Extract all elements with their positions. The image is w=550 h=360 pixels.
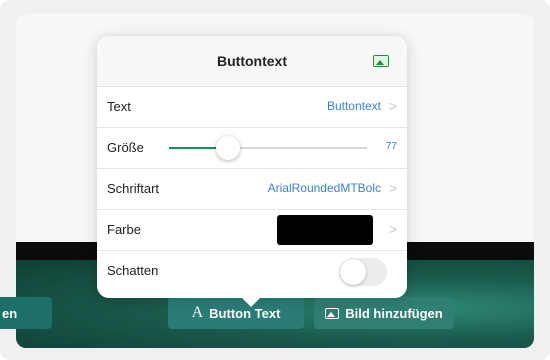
slider-knob[interactable]	[216, 136, 240, 160]
chevron-right-icon: >	[388, 98, 397, 114]
add-image-label: Bild hinzufügen	[345, 305, 443, 321]
shadow-label: Schatten	[107, 263, 159, 278]
toolbar-partial-label: en	[2, 305, 18, 321]
popover-arrow	[240, 296, 262, 307]
button-text-label: Button Text	[209, 305, 281, 321]
image-icon	[325, 307, 340, 319]
button-text-button[interactable]: A Button Text	[168, 297, 304, 329]
image-icon[interactable]	[373, 55, 389, 67]
size-label: Größe	[107, 140, 144, 155]
size-row: Größe 77	[97, 128, 407, 169]
color-label: Farbe	[107, 222, 141, 237]
button-text-popover: Buttontext Text Buttontext > Größe 77 Sc…	[97, 36, 407, 298]
color-row[interactable]: Farbe >	[97, 210, 407, 251]
text-label: Text	[107, 99, 131, 114]
chevron-right-icon: >	[388, 180, 397, 196]
font-value: ArialRoundedMTBolc	[267, 181, 381, 195]
shadow-row: Schatten	[97, 251, 407, 291]
text-row[interactable]: Text Buttontext >	[97, 87, 407, 128]
font-label: Schriftart	[107, 181, 160, 196]
font-a-icon: A	[191, 304, 204, 321]
add-image-button[interactable]: Bild hinzufügen	[314, 297, 454, 329]
size-slider[interactable]	[169, 136, 367, 160]
toolbar-partial-button[interactable]: en	[0, 297, 52, 329]
popover-header: Buttontext	[97, 36, 407, 87]
text-value: Buttontext	[326, 99, 381, 113]
popover-title: Buttontext	[217, 53, 287, 69]
shadow-toggle[interactable]	[339, 258, 387, 286]
color-swatch[interactable]	[277, 215, 373, 245]
size-value: 77	[385, 141, 397, 152]
app-frame: en A Button Text Bild hinzufügen Buttont…	[0, 0, 550, 360]
toggle-knob	[340, 259, 366, 285]
chevron-right-icon: >	[388, 221, 397, 237]
font-row[interactable]: Schriftart ArialRoundedMTBolc >	[97, 169, 407, 210]
